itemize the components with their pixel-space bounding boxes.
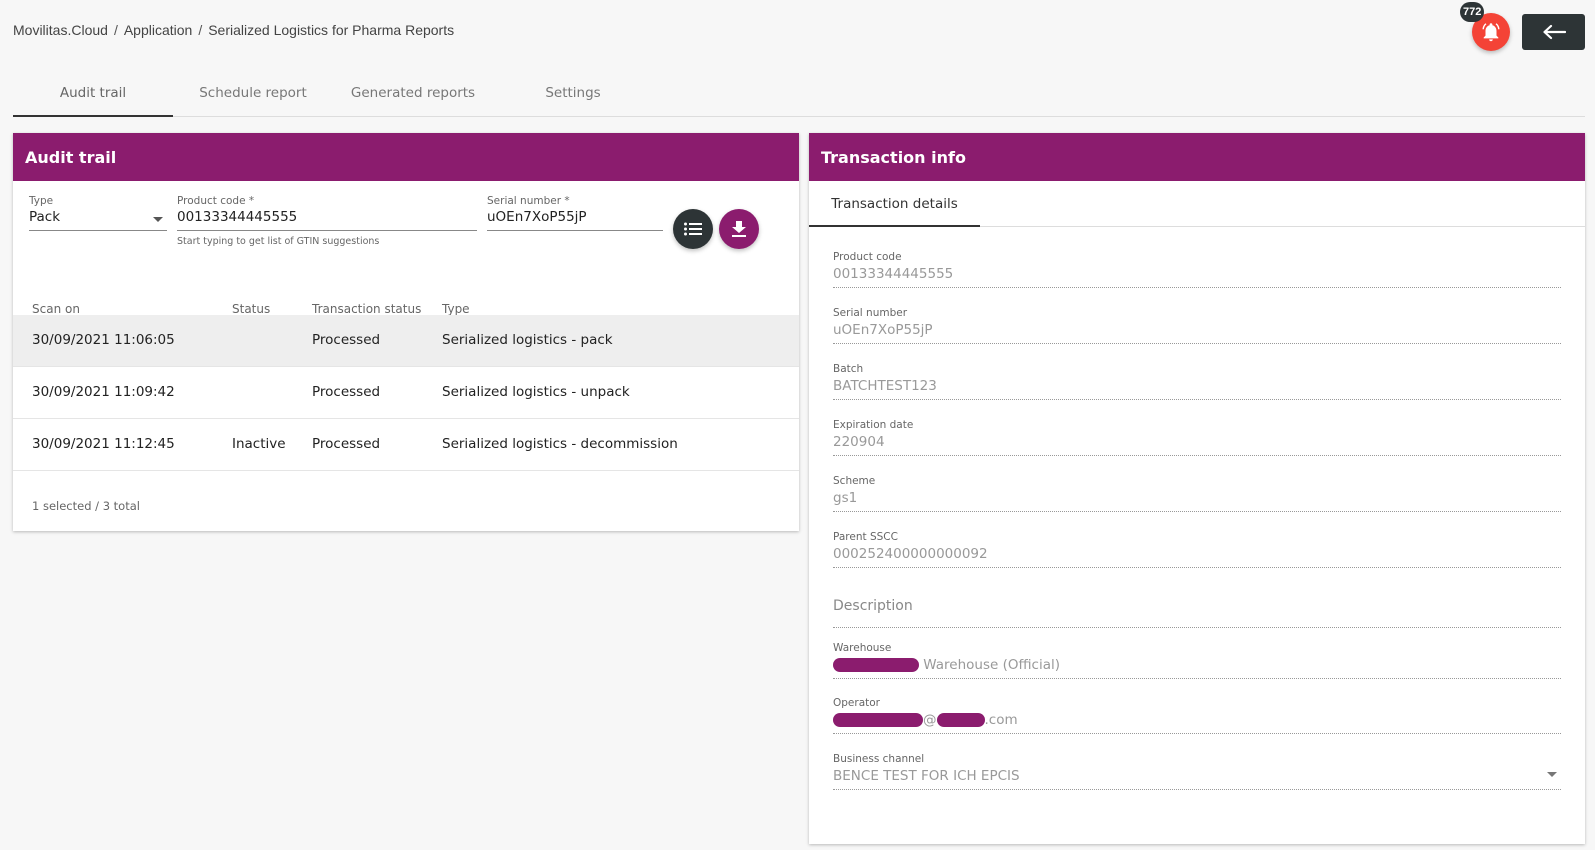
column-transaction-status[interactable]: Transaction status — [312, 302, 421, 316]
detail-value: 000252400000000092 — [833, 546, 988, 562]
detail-value: @ .com — [833, 712, 1561, 728]
operator-at: @ — [923, 712, 937, 728]
type-value: Pack — [29, 209, 167, 231]
download-button[interactable] — [719, 209, 759, 249]
arrow-left-icon — [1542, 24, 1566, 40]
detail-label: Warehouse — [833, 642, 892, 654]
cell-scan-on: 30/09/2021 11:06:05 — [32, 332, 175, 348]
redaction-mark — [833, 658, 919, 672]
detail-label: Operator — [833, 697, 880, 709]
serial-number-detail: Serial number uOEn7XoP55jP — [833, 307, 1561, 344]
detail-value: 00133344445555 — [833, 266, 954, 282]
type-select[interactable]: Type Pack — [29, 195, 167, 231]
serial-number-label: Serial number * — [487, 195, 570, 207]
breadcrumb-application[interactable]: Application — [124, 22, 193, 38]
breadcrumb-current: Serialized Logistics for Pharma Reports — [208, 22, 455, 38]
chevron-down-icon — [1547, 772, 1557, 777]
detail-value: BATCHTEST123 — [833, 378, 937, 394]
selection-summary: 1 selected / 3 total — [32, 499, 140, 513]
breadcrumb-separator: / — [113, 22, 118, 38]
detail-value: uOEn7XoP55jP — [833, 322, 933, 338]
operator-suffix: .com — [984, 712, 1018, 728]
list-icon — [684, 222, 702, 236]
column-status[interactable]: Status — [232, 302, 270, 316]
product-code-label: Product code * — [177, 195, 255, 207]
operator-detail: Operator @ .com — [833, 697, 1561, 734]
cell-transaction-status: Processed — [312, 384, 381, 400]
tab-transaction-details[interactable]: Transaction details — [809, 181, 980, 227]
detail-value: Warehouse (Official) — [833, 657, 1561, 673]
table-row[interactable]: 30/09/2021 11:09:42 Processed Serialized… — [13, 367, 799, 419]
detail-value: gs1 — [833, 490, 858, 506]
detail-label: Product code — [833, 251, 902, 263]
tab-schedule-report[interactable]: Schedule report — [173, 74, 333, 117]
column-type[interactable]: Type — [442, 302, 470, 316]
product-code-input[interactable]: 00133344445555 — [177, 209, 477, 231]
batch-detail: Batch BATCHTEST123 — [833, 363, 1561, 400]
chevron-down-icon — [153, 217, 163, 222]
audit-trail-card: Audit trail Type Pack Product code * 001… — [13, 133, 799, 531]
product-code-hint: Start typing to get list of GTIN suggest… — [177, 236, 380, 247]
product-code-field[interactable]: Product code * 00133344445555 Start typi… — [177, 195, 477, 247]
cell-status: Inactive — [232, 436, 286, 452]
audit-trail-title: Audit trail — [13, 133, 799, 181]
table-row[interactable]: 30/09/2021 11:06:05 Processed Serialized… — [13, 315, 799, 367]
redaction-mark — [936, 713, 985, 727]
detail-label: Parent SSCC — [833, 531, 898, 543]
type-label: Type — [29, 195, 54, 207]
breadcrumb-home[interactable]: Movilitas.Cloud — [13, 22, 108, 38]
download-icon — [732, 221, 746, 237]
cell-type: Serialized logistics - pack — [442, 332, 613, 348]
report-tabs: Audit trail Schedule report Generated re… — [13, 74, 1585, 117]
detail-label: Scheme — [833, 475, 876, 487]
cell-transaction-status: Processed — [312, 332, 381, 348]
serial-number-input[interactable]: uOEn7XoP55jP — [487, 209, 663, 231]
transaction-subtabs: Transaction details — [809, 181, 1585, 227]
detail-label: Serial number — [833, 307, 908, 319]
cell-type: Serialized logistics - decommission — [442, 436, 678, 452]
scheme-detail: Scheme gs1 — [833, 475, 1561, 512]
description-label: Description — [833, 598, 913, 614]
transaction-info-card: Transaction info Transaction details Pro… — [809, 133, 1585, 844]
warehouse-detail: Warehouse Warehouse (Official) — [833, 642, 1561, 679]
breadcrumb-separator: / — [198, 22, 203, 38]
detail-label: Expiration date — [833, 419, 914, 431]
cell-scan-on: 30/09/2021 11:09:42 — [32, 384, 175, 400]
redaction-mark — [833, 713, 923, 727]
tab-settings[interactable]: Settings — [493, 74, 653, 117]
transaction-info-title: Transaction info — [809, 133, 1585, 181]
description-detail: Description — [833, 598, 1561, 628]
table-row[interactable]: 30/09/2021 11:12:45 Inactive Processed S… — [13, 419, 799, 471]
warehouse-name: Warehouse (Official) — [923, 657, 1061, 673]
tab-generated-reports[interactable]: Generated reports — [333, 74, 493, 117]
parent-sscc-detail: Parent SSCC 000252400000000092 — [833, 531, 1561, 568]
business-channel-select[interactable]: Business channel BENCE TEST FOR ICH EPCI… — [833, 753, 1561, 790]
detail-value: BENCE TEST FOR ICH EPCIS — [833, 768, 1020, 784]
cell-scan-on: 30/09/2021 11:12:45 — [32, 436, 175, 452]
cell-transaction-status: Processed — [312, 436, 381, 452]
list-button[interactable] — [673, 209, 713, 249]
tab-audit-trail[interactable]: Audit trail — [13, 74, 173, 117]
expiration-date-detail: Expiration date 220904 — [833, 419, 1561, 456]
back-button[interactable] — [1522, 14, 1585, 50]
notifications-count-badge: 772 — [1460, 2, 1485, 22]
serial-number-field[interactable]: Serial number * uOEn7XoP55jP — [487, 195, 663, 231]
column-scan-on[interactable]: Scan on — [32, 302, 80, 316]
breadcrumb: Movilitas.Cloud / Application / Serializ… — [13, 22, 454, 38]
detail-value: 220904 — [833, 434, 885, 450]
bell-icon — [1482, 23, 1500, 42]
detail-label: Business channel — [833, 753, 925, 765]
product-code-detail: Product code 00133344445555 — [833, 251, 1561, 288]
detail-label: Batch — [833, 363, 864, 375]
cell-type: Serialized logistics - unpack — [442, 384, 630, 400]
